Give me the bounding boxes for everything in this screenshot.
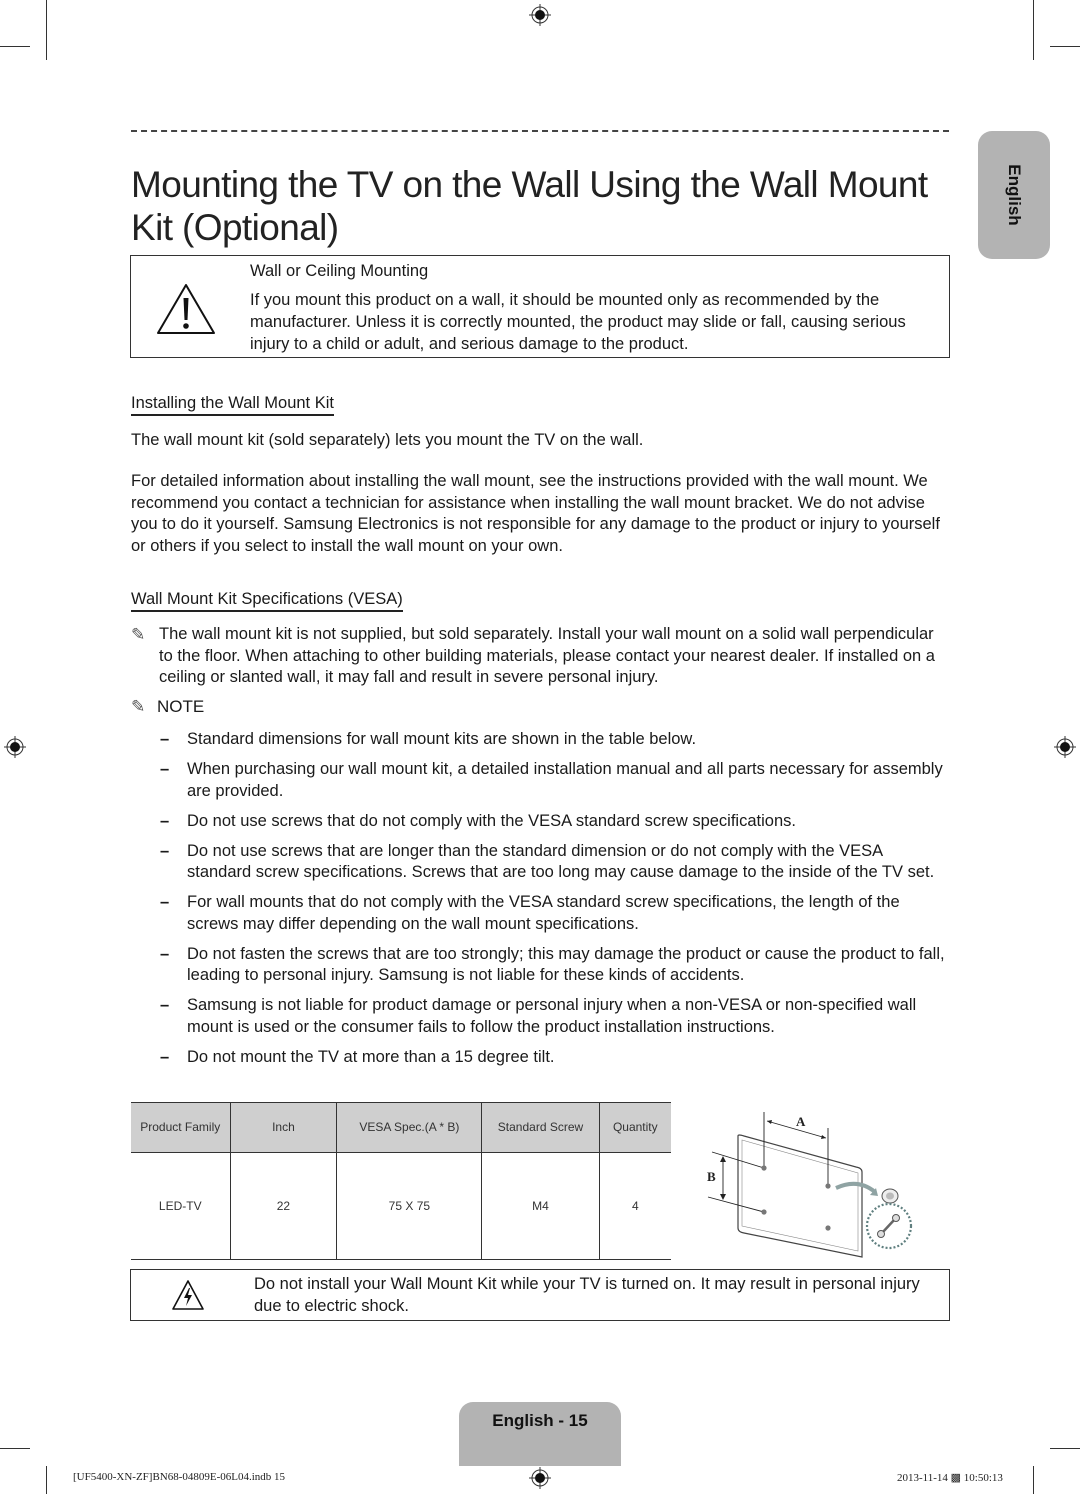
crop-mark	[1050, 46, 1080, 47]
crop-mark	[1033, 1466, 1034, 1494]
bullet-dash: –	[160, 944, 170, 963]
list-item: – Do not use screws that do not comply wi…	[160, 811, 950, 833]
list-item: – For wall mounts that do not comply with…	[160, 892, 950, 935]
dimension-a-label: A	[796, 1114, 806, 1129]
crop-mark	[0, 1448, 30, 1449]
crop-mark	[1033, 0, 1034, 60]
electric-shock-warning-box: Do not install your Wall Mount Kit while…	[130, 1269, 950, 1321]
table-row: LED-TV 22 75 X 75 M4 4	[131, 1152, 671, 1260]
mount-hole	[825, 1225, 831, 1231]
installing-intro: The wall mount kit (sold separately) let…	[131, 431, 644, 449]
list-item: – Standard dimensions for wall mount kits…	[160, 729, 950, 751]
note-label: NOTE	[157, 697, 205, 716]
cell-product-family: LED-TV	[131, 1152, 231, 1260]
page-number: English - 15	[492, 1411, 588, 1430]
cell-standard-screw: M4	[481, 1152, 600, 1260]
warning-body: If you mount this product on a wall, it …	[250, 291, 906, 353]
note-bullet-list: – Standard dimensions for wall mount kits…	[160, 729, 950, 1077]
bullet-text: Do not use screws that do not comply wit…	[187, 811, 796, 830]
dimension-b-label: B	[707, 1169, 716, 1184]
header-standard-screw: Standard Screw	[481, 1102, 600, 1153]
title-divider	[131, 130, 949, 132]
bullet-dash: –	[160, 996, 170, 1014]
list-item: – Do not mount the TV at more than a 15 d…	[160, 1047, 950, 1069]
installing-heading: Installing the Wall Mount Kit	[131, 394, 334, 416]
wall-mount-warning-box: Wall or Ceiling Mounting If you mount th…	[130, 255, 950, 358]
bullet-text: Do not use screws that are longer than t…	[187, 841, 935, 882]
header-inch: Inch	[229, 1102, 337, 1153]
cell-quantity: 4	[598, 1152, 671, 1260]
list-item: – Do not use screws that are longer than …	[160, 841, 950, 884]
crop-mark	[46, 1466, 47, 1494]
warning-triangle-icon	[157, 284, 215, 334]
bullet-dash: –	[160, 1047, 170, 1066]
table-header-row: Product Family Inch VESA Spec.(A * B) St…	[131, 1102, 671, 1153]
list-item: – When purchasing our wall mount kit, a d…	[160, 759, 950, 802]
pencil-note-icon: ✎	[131, 625, 146, 644]
crop-mark	[46, 0, 47, 60]
vesa-spec-table: Product Family Inch VESA Spec.(A * B) St…	[131, 1102, 671, 1260]
bullet-text: Do not mount the TV at more than a 15 de…	[187, 1047, 555, 1066]
electric-shock-warning-text: Do not install your Wall Mount Kit while…	[254, 1275, 920, 1315]
print-timestamp: 2013-11-14 ▩ 10:50:13	[897, 1472, 1003, 1484]
installing-details: For detailed information about installin…	[131, 472, 940, 555]
crop-mark	[0, 46, 30, 47]
header-vesa-spec: VESA Spec.(A * B)	[336, 1102, 482, 1153]
mount-hole	[761, 1209, 767, 1215]
crop-mark	[1050, 1448, 1080, 1449]
bullet-text: Standard dimensions for wall mount kits …	[187, 730, 697, 748]
cell-inch: 22	[229, 1152, 337, 1260]
header-quantity: Quantity	[598, 1102, 671, 1153]
list-item: – Do not fasten the screws that are too s…	[160, 944, 950, 987]
specs-heading: Wall Mount Kit Specifications (VESA)	[131, 590, 403, 612]
page-title: Mounting the TV on the Wall Using the Wa…	[131, 163, 928, 248]
registration-mark-icon	[1054, 736, 1076, 758]
bullet-dash: –	[160, 841, 170, 860]
warning-title: Wall or Ceiling Mounting	[250, 262, 429, 280]
bullet-dash: –	[160, 811, 170, 830]
language-tab-label: English	[1005, 164, 1024, 226]
electric-shock-warning-icon	[172, 1280, 204, 1310]
registration-mark-icon	[529, 4, 551, 26]
print-file-info: [UF5400-XN-ZF]BN68-04809E-06L04.indb 15	[73, 1471, 286, 1483]
specs-intro: The wall mount kit is not supplied, but …	[159, 625, 935, 686]
bullet-dash: –	[160, 730, 170, 748]
header-product-family: Product Family	[131, 1102, 231, 1153]
mount-hole	[761, 1165, 767, 1171]
language-tab: English	[978, 131, 1050, 259]
registration-mark-icon	[4, 736, 26, 758]
bullet-text: Samsung is not liable for product damage…	[187, 996, 917, 1036]
pencil-note-icon: ✎	[131, 697, 146, 716]
mount-hole	[825, 1183, 831, 1189]
bullet-text: For wall mounts that do not comply with …	[187, 893, 900, 933]
bullet-text: Do not fasten the screws that are too st…	[187, 944, 945, 985]
bullet-dash: –	[160, 893, 170, 911]
list-item: – Samsung is not liable for product damag…	[160, 995, 950, 1038]
vesa-mount-diagram: A B	[707, 1112, 913, 1258]
cell-vesa-spec: 75 X 75	[336, 1152, 482, 1260]
bullet-text: When purchasing our wall mount kit, a de…	[187, 760, 943, 800]
bullet-dash: –	[160, 760, 170, 778]
registration-mark-icon	[529, 1467, 551, 1489]
page-number-tab: English - 15	[459, 1402, 621, 1466]
